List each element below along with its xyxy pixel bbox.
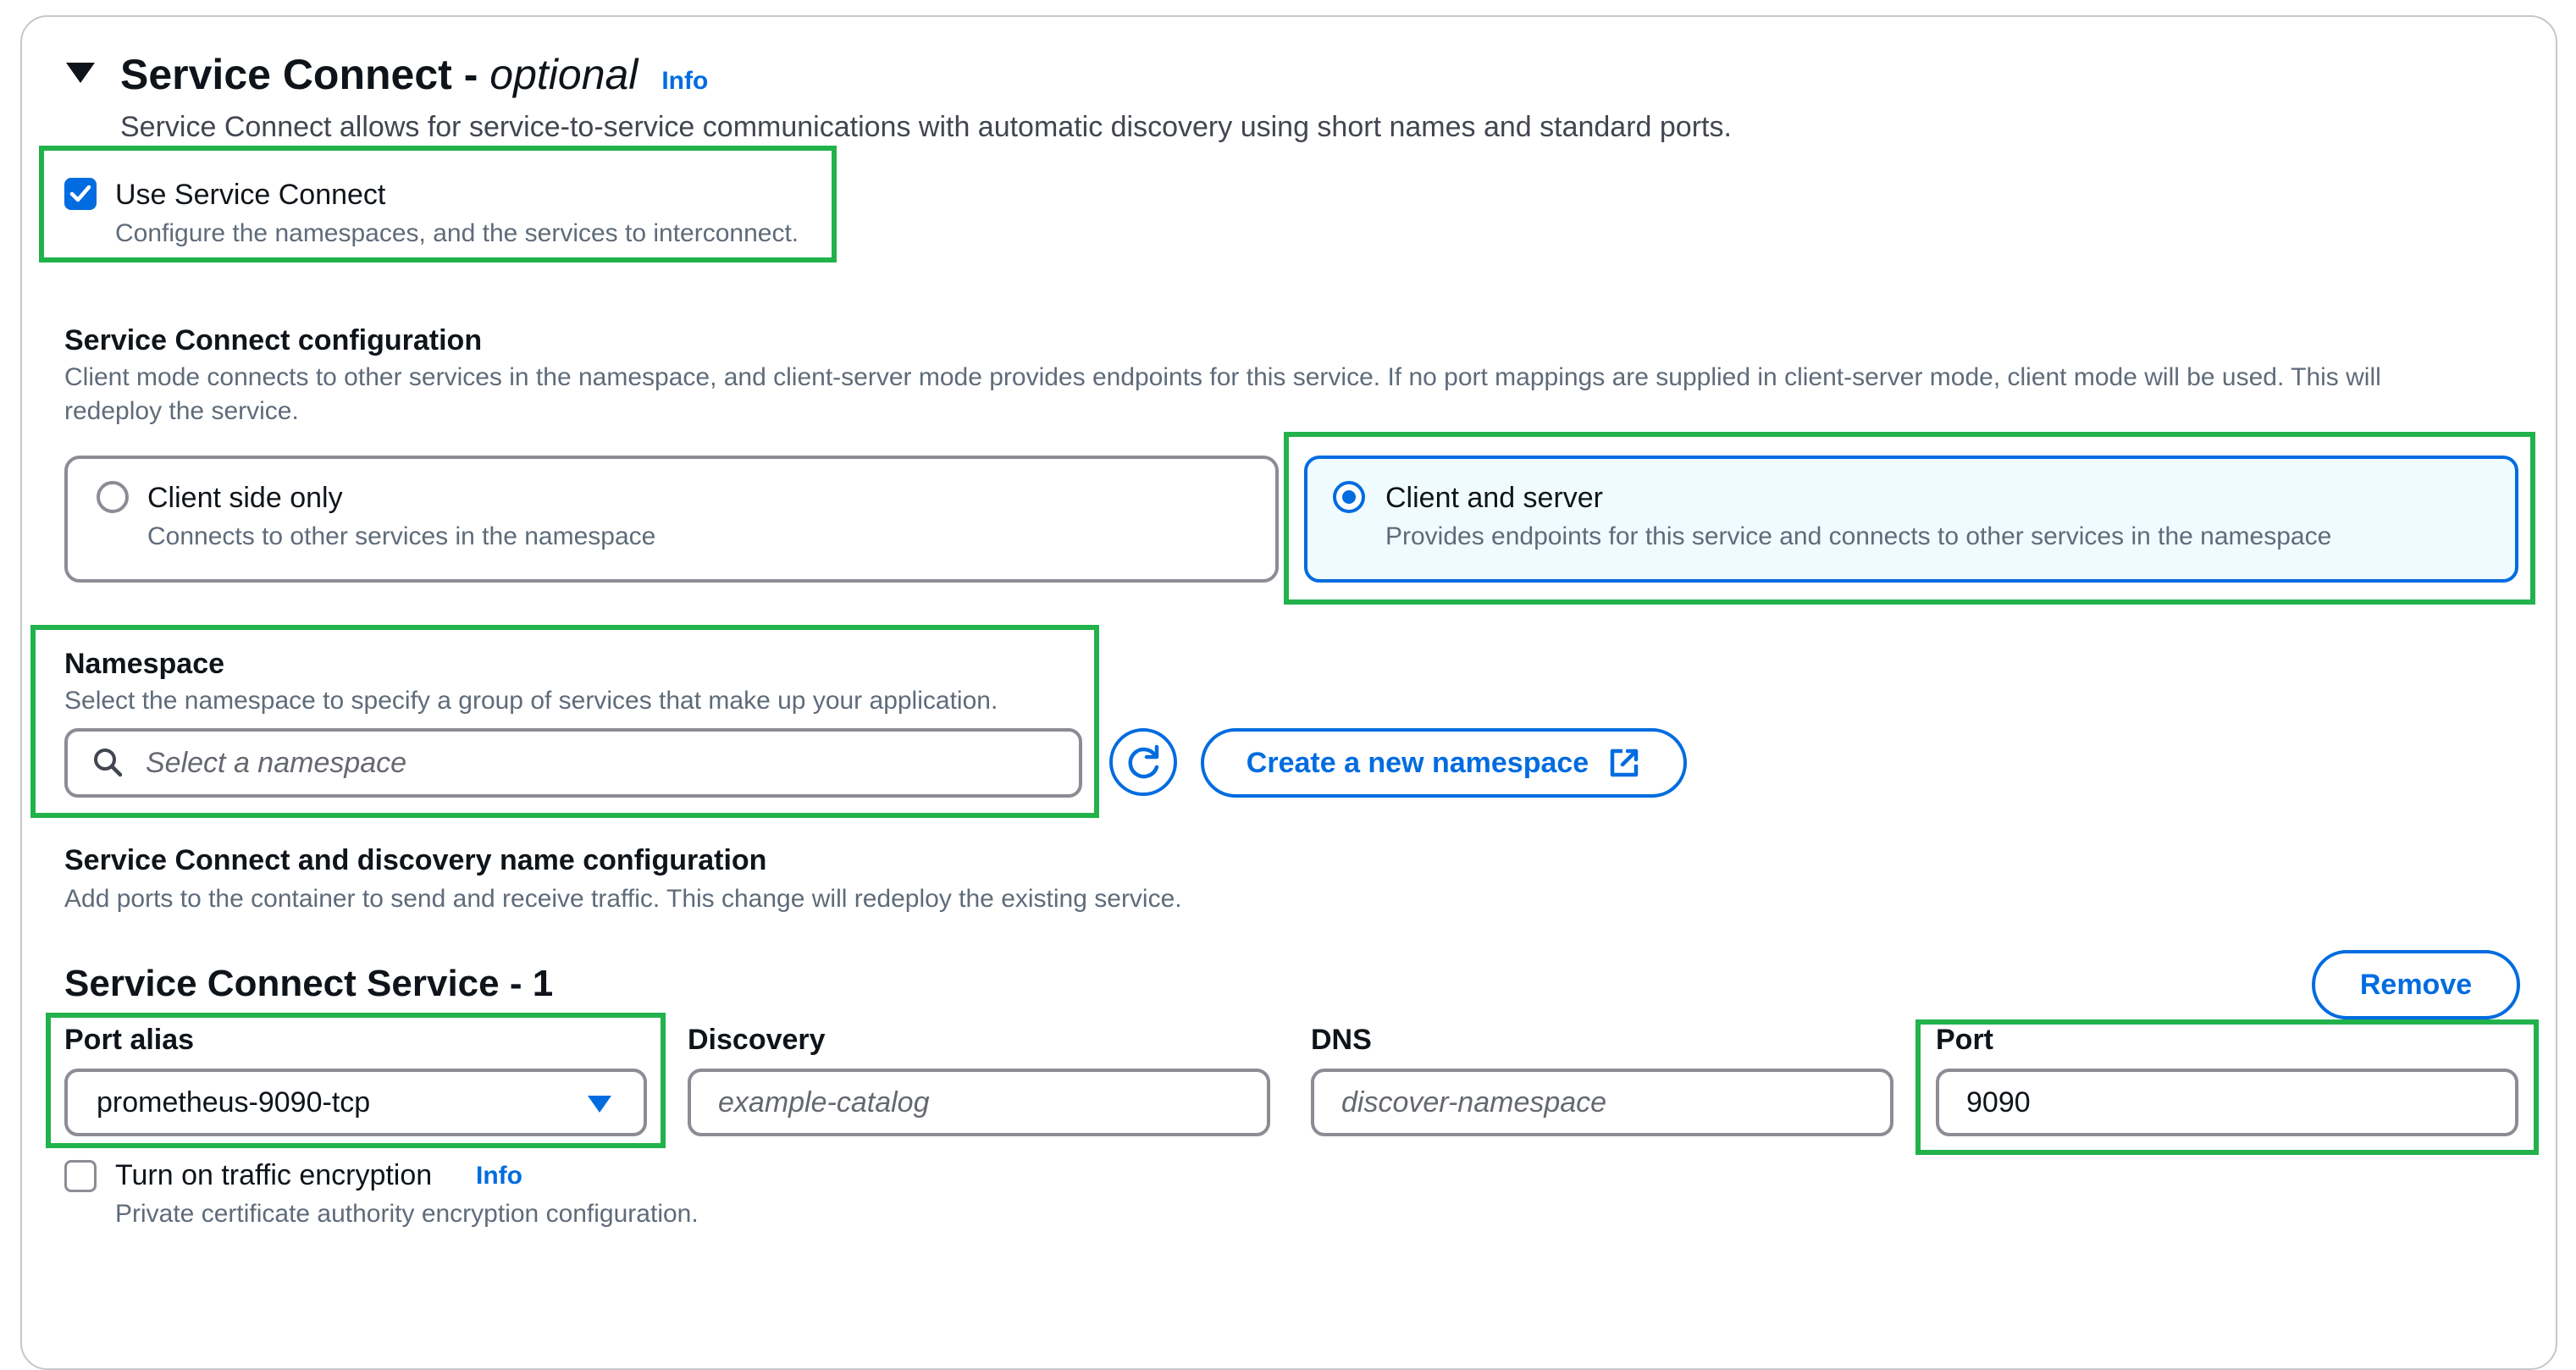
port-alias-select[interactable]: prometheus-9090-tcp xyxy=(64,1069,647,1136)
section-title: Service Connect - optional Info xyxy=(120,51,709,98)
external-link-icon xyxy=(1610,749,1639,777)
client-and-server-description: Provides endpoints for this service and … xyxy=(1385,522,2332,550)
dropdown-caret-icon xyxy=(588,1096,611,1113)
refresh-button[interactable] xyxy=(1109,728,1177,796)
client-and-server-label: Client and server xyxy=(1385,482,1604,514)
discovery-config-description: Add ports to the container to send and r… xyxy=(64,885,1182,913)
section-info-link[interactable]: Info xyxy=(661,67,708,95)
traffic-encryption-label[interactable]: Turn on traffic encryption xyxy=(115,1157,432,1194)
discovery-input[interactable]: example-catalog xyxy=(688,1069,1270,1136)
dns-placeholder: discover-namespace xyxy=(1341,1086,1607,1119)
option-client-side-only[interactable]: Client side only Connects to other servi… xyxy=(64,456,1279,583)
traffic-encryption-checkbox[interactable] xyxy=(64,1160,97,1192)
port-input[interactable]: 9090 xyxy=(1936,1069,2518,1136)
collapse-caret-icon[interactable] xyxy=(66,63,95,83)
namespace-description: Select the namespace to specify a group … xyxy=(64,687,998,715)
traffic-encryption-description: Private certificate authority encryption… xyxy=(115,1200,699,1228)
client-and-server-radio[interactable] xyxy=(1333,481,1365,513)
service-title: Service Connect Service - 1 xyxy=(64,963,554,1004)
discovery-label: Discovery xyxy=(688,1024,826,1056)
namespace-search-input[interactable]: Select a namespace xyxy=(64,728,1082,798)
option-client-and-server[interactable]: Client and server Provides endpoints for… xyxy=(1304,456,2518,583)
namespace-placeholder: Select a namespace xyxy=(146,747,407,779)
configuration-title: Service Connect configuration xyxy=(64,324,483,356)
discovery-config-title: Service Connect and discovery name confi… xyxy=(64,844,767,876)
port-alias-value: prometheus-9090-tcp xyxy=(97,1086,371,1119)
client-side-only-label: Client side only xyxy=(147,482,343,514)
port-alias-label: Port alias xyxy=(64,1024,195,1056)
search-icon xyxy=(94,749,123,777)
use-service-connect-checkbox[interactable] xyxy=(64,178,97,210)
port-value: 9090 xyxy=(1966,1086,2031,1119)
section-title-optional: optional xyxy=(489,51,638,98)
remove-button[interactable]: Remove xyxy=(2312,950,2520,1019)
section-description: Service Connect allows for service-to-se… xyxy=(120,111,1732,143)
client-side-only-description: Connects to other services in the namesp… xyxy=(147,522,656,550)
create-namespace-button[interactable]: Create a new namespace xyxy=(1201,728,1687,798)
discovery-placeholder: example-catalog xyxy=(718,1086,930,1119)
create-namespace-label: Create a new namespace xyxy=(1246,746,1589,779)
configuration-description-line1: Client mode connects to other services i… xyxy=(64,363,2381,391)
namespace-title: Namespace xyxy=(64,648,225,680)
refresh-icon xyxy=(1128,744,1159,779)
port-label: Port xyxy=(1936,1024,1993,1056)
use-service-connect-description: Configure the namespaces, and the servic… xyxy=(115,219,799,247)
configuration-description-line2: redeploy the service. xyxy=(64,397,299,425)
use-service-connect-label[interactable]: Use Service Connect xyxy=(115,176,385,213)
dns-label: DNS xyxy=(1311,1024,1372,1056)
client-side-only-radio[interactable] xyxy=(97,481,129,513)
dns-input[interactable]: discover-namespace xyxy=(1311,1069,1893,1136)
checkmark-icon xyxy=(69,185,91,202)
encryption-info-link[interactable]: Info xyxy=(476,1162,522,1190)
